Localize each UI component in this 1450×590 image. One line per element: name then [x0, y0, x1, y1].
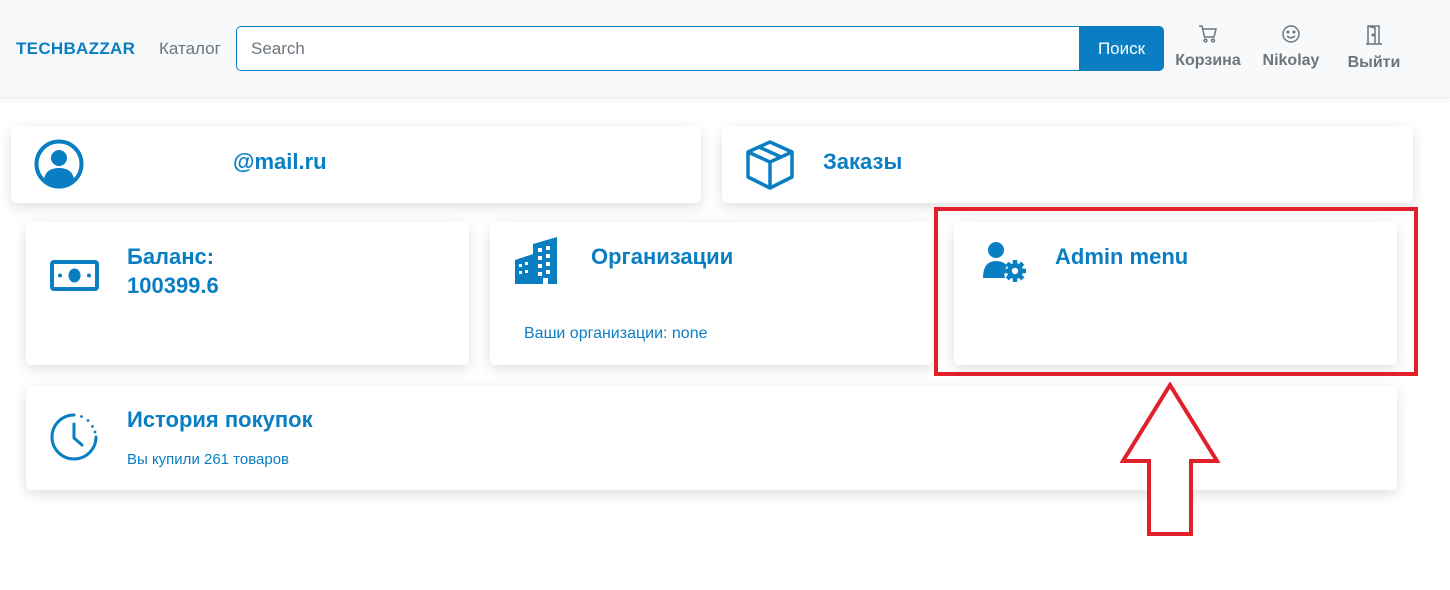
- profile-card[interactable]: @mail.ru: [11, 126, 701, 203]
- admin-menu-highlight: [934, 207, 1418, 376]
- navbar: TECHBAZZAR Каталог Поиск Корзина Nikolay: [0, 0, 1450, 98]
- balance-value: 100399.6: [127, 273, 219, 298]
- profile-email: @mail.ru: [233, 149, 327, 174]
- nav-logout[interactable]: Выйти: [1334, 24, 1414, 72]
- user-name-label: Nikolay: [1262, 52, 1320, 69]
- purchase-history-title: История покупок: [127, 407, 313, 432]
- buildings-icon: [513, 236, 561, 291]
- orders-card[interactable]: Заказы: [722, 126, 1413, 203]
- up-arrow-icon: [1119, 381, 1222, 541]
- organizations-card[interactable]: Организации Ваши организации: none: [490, 222, 933, 365]
- logout-label: Выйти: [1347, 54, 1401, 71]
- clock-icon: [48, 411, 100, 468]
- orders-title: Заказы: [823, 149, 903, 174]
- brand-logo[interactable]: TECHBAZZAR: [16, 39, 135, 59]
- search-button[interactable]: Поиск: [1079, 26, 1164, 71]
- door-icon: [1334, 24, 1414, 46]
- nav-user[interactable]: Nikolay: [1251, 24, 1331, 70]
- organizations-title: Организации: [591, 244, 734, 269]
- smiley-icon: [1251, 24, 1331, 44]
- search-input[interactable]: [236, 26, 1081, 71]
- catalog-link[interactable]: Каталог: [159, 39, 221, 59]
- purchase-history-subtitle: Вы купили 261 товаров: [127, 451, 290, 468]
- user-circle-icon: [34, 139, 84, 194]
- balance-card[interactable]: Баланс: 100399.6: [26, 222, 469, 365]
- nav-cart[interactable]: Корзина: [1168, 24, 1248, 70]
- box-icon: [744, 139, 796, 196]
- cart-icon: [1168, 24, 1248, 44]
- cart-label: Корзина: [1175, 52, 1241, 69]
- cash-icon: [50, 260, 99, 296]
- organizations-subtitle: Ваши организации: none: [524, 325, 708, 342]
- search-form: Поиск: [236, 26, 1164, 71]
- balance-label: Баланс:: [127, 244, 215, 269]
